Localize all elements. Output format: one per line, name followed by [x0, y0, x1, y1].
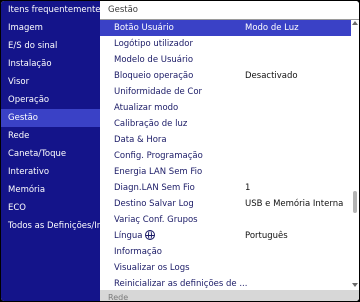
setting-row-language[interactable]: Língua Português: [100, 228, 351, 244]
setting-label: Informação: [114, 247, 163, 257]
setting-row-user-pattern[interactable]: Modelo de Usuário: [100, 52, 351, 68]
scroll-up-arrow-icon[interactable]: [352, 21, 358, 25]
setting-label: Variaç Conf. Grupos: [114, 215, 198, 225]
setting-label: Uniformidade de Cor: [114, 87, 203, 97]
setting-row-wireless-power[interactable]: Energia LAN Sem Fio: [100, 164, 351, 180]
scroll-thumb[interactable]: [353, 191, 357, 213]
next-section-label: Rede: [108, 293, 129, 301]
settings-panel: Gestão Botão Usuário Modo de Luz Logótip…: [100, 1, 359, 301]
next-section-strip: [100, 290, 359, 301]
globe-icon: [145, 230, 156, 240]
setting-row-information[interactable]: Informação: [100, 244, 351, 260]
setting-label: Config. Programação: [114, 151, 203, 161]
scroll-down-arrow-icon[interactable]: [352, 283, 358, 287]
setting-row-update-mode[interactable]: Atualizar modo: [100, 100, 351, 116]
sidebar: Itens frequentemente ... Imagem E/S do s…: [1, 1, 100, 301]
setting-row-group-config[interactable]: Variaç Conf. Grupos: [100, 212, 351, 228]
setting-label: Logótipo utilizador: [114, 39, 193, 49]
sidebar-item-memory[interactable]: Memória: [1, 181, 100, 199]
sidebar-item-all-settings[interactable]: Todos as Definições/Ini...: [1, 217, 100, 235]
sidebar-item-signal-io[interactable]: E/S do sinal: [1, 37, 100, 55]
setting-row-user-button[interactable]: Botão Usuário Modo de Luz: [100, 20, 351, 36]
sidebar-item-display[interactable]: Visor: [1, 73, 100, 91]
setting-row-view-logs[interactable]: Visualizar os Logs: [100, 260, 351, 276]
sidebar-item-management[interactable]: Gestão: [1, 109, 100, 127]
setting-row-user-logo[interactable]: Logótipo utilizador: [100, 36, 351, 52]
sidebar-item-operation[interactable]: Operação: [1, 91, 100, 109]
setting-row-wireless-diagnostics[interactable]: Diagn.LAN Sem Fio 1: [100, 180, 351, 196]
sidebar-item-installation[interactable]: Instalação: [1, 55, 100, 73]
setting-value: Modo de Luz: [245, 23, 299, 33]
panel-title: Gestão: [108, 5, 138, 15]
setting-row-log-destination[interactable]: Destino Salvar Log USB e Memória Interna: [100, 196, 351, 212]
setting-row-date-time[interactable]: Data & Hora: [100, 132, 351, 148]
setting-label: Calibração de luz: [114, 119, 188, 129]
projector-menu: Itens frequentemente ... Imagem E/S do s…: [1, 1, 359, 301]
sidebar-item-frequent[interactable]: Itens frequentemente ...: [1, 1, 100, 19]
sidebar-item-image[interactable]: Imagem: [1, 19, 100, 37]
setting-row-light-calibration[interactable]: Calibração de luz: [100, 116, 351, 132]
setting-label: Destino Salvar Log: [114, 199, 194, 209]
setting-value: 1: [245, 183, 251, 193]
setting-label: Atualizar modo: [114, 103, 179, 113]
setting-label: Visualizar os Logs: [114, 263, 190, 273]
setting-row-schedule[interactable]: Config. Programação: [100, 148, 351, 164]
setting-label-wrap: Língua: [114, 228, 156, 244]
setting-label: Energia LAN Sem Fio: [114, 167, 203, 177]
setting-label: Botão Usuário: [114, 23, 174, 33]
setting-label: Bloqueio operação: [114, 71, 194, 81]
setting-row-color-uniformity[interactable]: Uniformidade de Cor: [100, 84, 351, 100]
sidebar-item-interactive[interactable]: Interativo: [1, 163, 100, 181]
setting-value: Português: [245, 231, 288, 241]
setting-value: Desactivado: [245, 71, 298, 81]
setting-row-operation-lock[interactable]: Bloqueio operação Desactivado: [100, 68, 351, 84]
sidebar-item-eco[interactable]: ECO: [1, 199, 100, 217]
sidebar-item-pen-touch[interactable]: Caneta/Toque: [1, 145, 100, 163]
setting-label: Língua: [114, 231, 143, 241]
setting-label: Modelo de Usuário: [114, 55, 194, 65]
scrollbar[interactable]: [352, 21, 358, 287]
setting-value: USB e Memória Interna: [245, 199, 344, 209]
setting-label: Diagn.LAN Sem Fio: [114, 183, 195, 193]
sidebar-item-network[interactable]: Rede: [1, 127, 100, 145]
setting-label: Data & Hora: [114, 135, 167, 145]
